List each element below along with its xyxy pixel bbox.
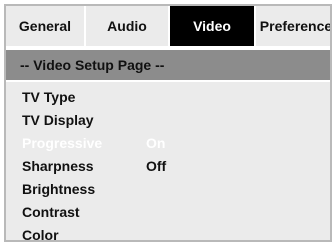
setting-contrast[interactable]: Contrast <box>6 201 330 223</box>
setting-color[interactable]: Color <box>6 224 330 242</box>
setting-tv-type[interactable]: TV Type <box>6 86 330 108</box>
tab-audio[interactable]: Audio <box>86 6 170 46</box>
setting-label: Progressive <box>22 135 103 151</box>
setting-label: Color <box>22 227 59 242</box>
video-setup-window: General Audio Video Preference -- Video … <box>4 4 332 242</box>
tab-video[interactable]: Video <box>170 6 256 46</box>
tab-preference-label: Preference <box>259 18 332 34</box>
tab-video-label: Video <box>193 18 231 34</box>
tab-audio-label: Audio <box>107 18 147 34</box>
setting-label: TV Type <box>22 89 76 105</box>
setting-sharpness[interactable]: Sharpness Off <box>6 155 330 177</box>
tab-preference[interactable]: Preference <box>256 6 332 46</box>
tab-general[interactable]: General <box>6 6 86 46</box>
setting-brightness[interactable]: Brightness <box>6 178 330 200</box>
setting-value: On <box>146 135 166 151</box>
tab-general-label: General <box>18 18 72 34</box>
setting-progressive[interactable]: Progressive On <box>6 132 330 154</box>
setting-label: Sharpness <box>22 158 94 174</box>
setting-label: Contrast <box>22 204 80 220</box>
page-title: -- Video Setup Page -- <box>6 50 330 82</box>
tab-bar: General Audio Video Preference <box>6 6 330 46</box>
setting-label: Brightness <box>22 181 96 197</box>
setting-label: TV Display <box>22 112 94 128</box>
setting-tv-display[interactable]: TV Display <box>6 109 330 131</box>
settings-list: TV Type TV Display Progressive On Sharpn… <box>6 82 330 240</box>
setting-value: Off <box>146 158 167 174</box>
